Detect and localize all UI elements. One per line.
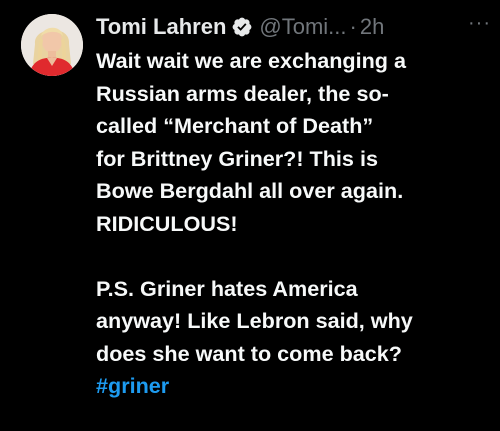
tweet-text-line: Bowe Bergdahl all over again. [96,178,404,203]
author-name[interactable]: Tomi Lahren [96,14,226,40]
avatar[interactable] [21,14,83,76]
hashtag-line: #griner [96,370,491,403]
tweet-text-line: for Brittney Griner?! This is [96,145,378,171]
tweet-text-line: called “Merchant of Death” [96,113,374,138]
hashtag-link[interactable]: #griner [96,373,169,398]
tweet-text-line: Russian arms dealer, the so- [96,80,389,106]
tweet-text-line: anyway! Like Lebron said, why [96,308,413,333]
tweet-text-line: does she want to come back? [96,340,402,366]
avatar-image [21,14,83,76]
tweet-text-line: P.S. Griner hates America [96,275,358,301]
separator-dot: · [349,14,357,39]
tweet-text-line: RIDICULOUS! [96,210,238,236]
tweet-timestamp[interactable]: 2h [360,14,384,40]
tweet-content: Tomi Lahren @Tomi... · 2h ··· Wait wait … [96,10,491,403]
more-dots-icon[interactable]: ··· [468,12,491,35]
author-handle[interactable]: @Tomi... [259,14,346,40]
verified-badge-icon [231,16,253,38]
tweet-text-line: Wait wait we are exchanging a [96,48,406,73]
tweet-text: Wait wait we are exchanging a Russian ar… [96,45,491,403]
tweet[interactable]: Tomi Lahren @Tomi... · 2h ··· Wait wait … [0,0,500,431]
tweet-header: Tomi Lahren @Tomi... · 2h ··· [96,10,491,44]
paragraph-break [96,240,491,273]
